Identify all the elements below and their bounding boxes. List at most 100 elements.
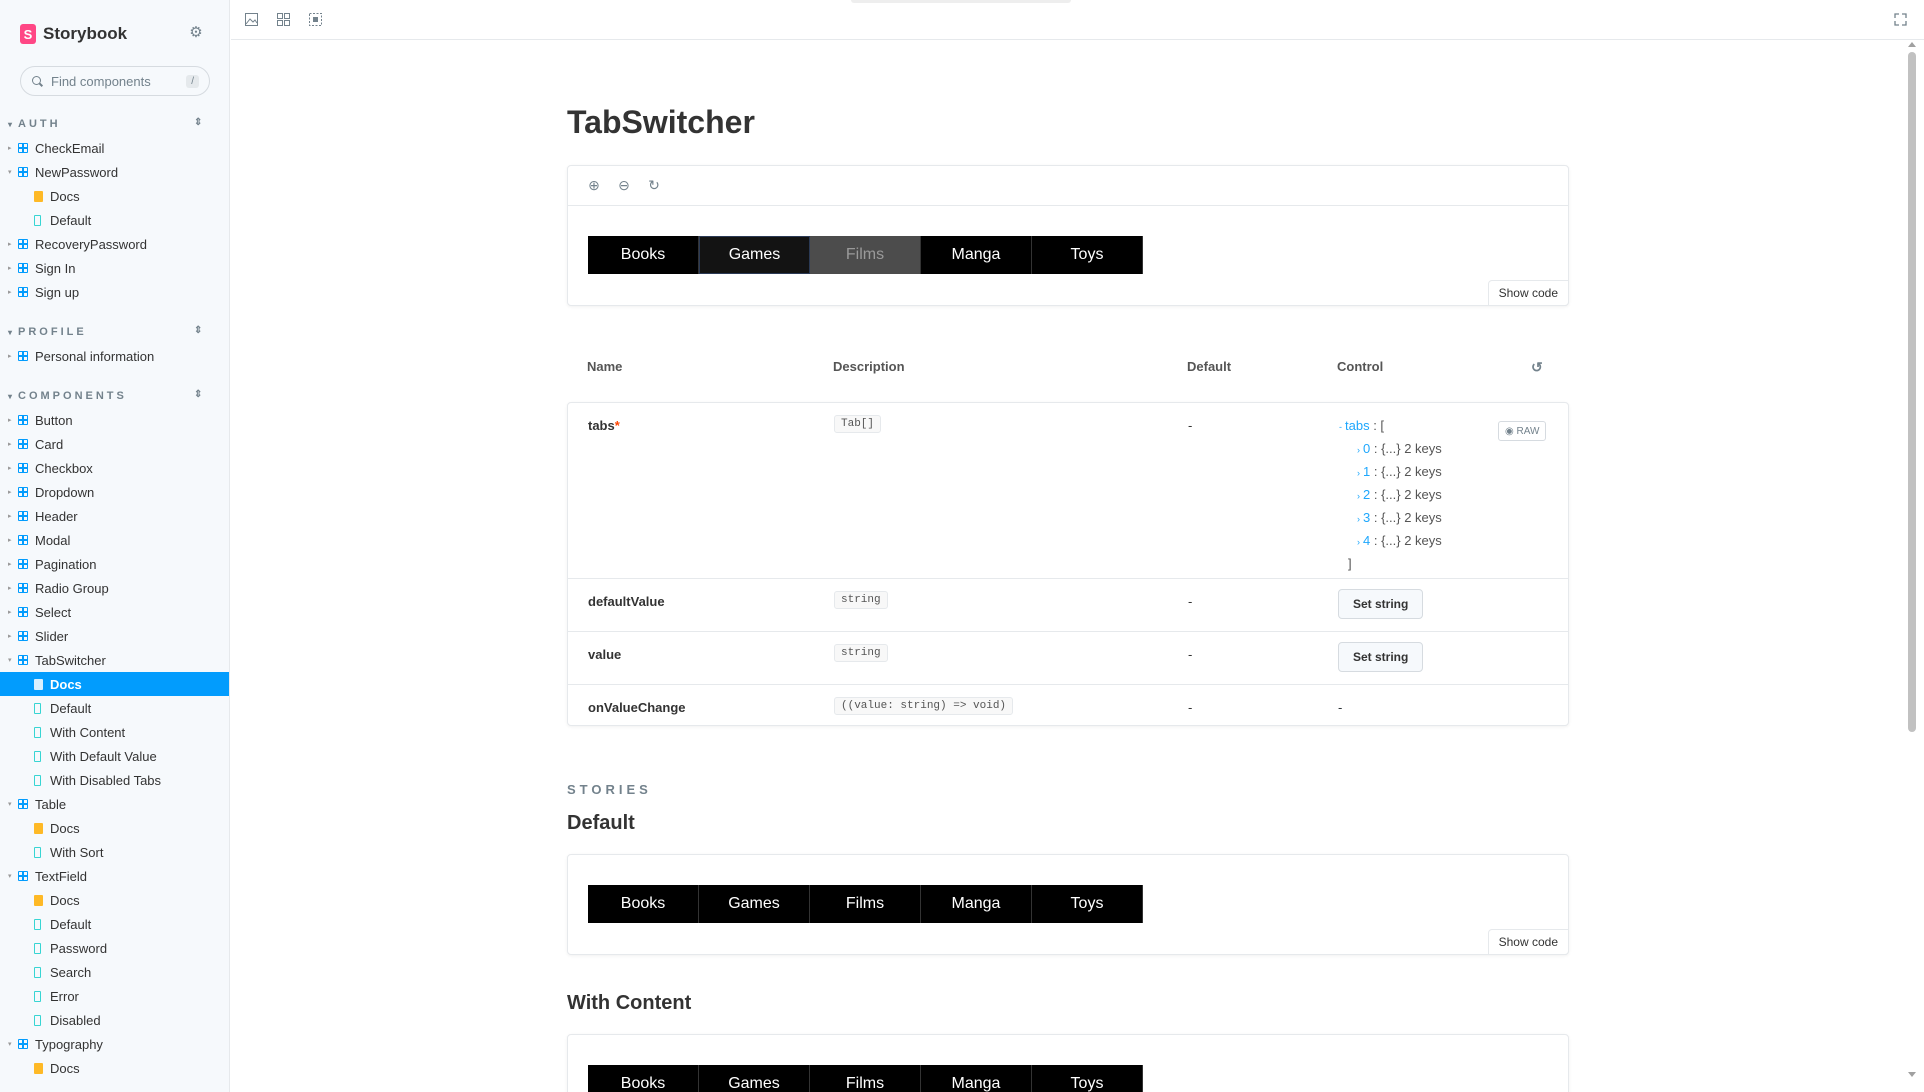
sidebar-item-modal[interactable]: ▸ Modal: [0, 528, 229, 552]
reset-controls-icon[interactable]: ↺: [1531, 359, 1543, 376]
sidebar-item-checkemail[interactable]: ▸ CheckEmail: [0, 136, 229, 160]
panel-resize-handle[interactable]: [851, 0, 1071, 3]
sidebar-item-tabswitcher-with-content[interactable]: With Content: [0, 720, 229, 744]
tab-manga[interactable]: Manga: [921, 885, 1032, 923]
json-entry[interactable]: › 3 : {...} 2 keys: [1339, 507, 1442, 530]
tab-books[interactable]: Books: [588, 885, 699, 923]
json-entry[interactable]: › 0 : {...} 2 keys: [1339, 438, 1442, 461]
sidebar-item-button[interactable]: ▸ Button: [0, 408, 229, 432]
sidebar-item-textfield-search[interactable]: Search: [0, 960, 229, 984]
sidebar-item-table-with-sort[interactable]: With Sort: [0, 840, 229, 864]
sidebar-item-recoverypassword[interactable]: ▸ RecoveryPassword: [0, 232, 229, 256]
json-entry[interactable]: › 1 : {...} 2 keys: [1339, 461, 1442, 484]
set-string-button[interactable]: Set string: [1338, 589, 1424, 619]
grid-icon[interactable]: [277, 13, 290, 26]
sidebar-item-tabswitcher-with-default-value[interactable]: With Default Value: [0, 744, 229, 768]
arg-name: value: [588, 647, 622, 662]
chevron-right-icon[interactable]: ›: [1357, 514, 1360, 524]
scroll-down-arrow-icon[interactable]: [1908, 1072, 1916, 1077]
outline-icon[interactable]: [309, 13, 322, 26]
tab-books[interactable]: Books: [588, 236, 699, 274]
tab-toys[interactable]: Toys: [1032, 885, 1143, 923]
sidebar-item-card[interactable]: ▸ Card: [0, 432, 229, 456]
group-profile[interactable]: ▾ PROFILE ⇕: [0, 320, 229, 344]
group-auth[interactable]: ▾ AUTH ⇕: [0, 112, 229, 136]
sidebar-item-radio-group[interactable]: ▸ Radio Group: [0, 576, 229, 600]
sidebar-item-tabswitcher-docs[interactable]: Docs: [0, 672, 229, 696]
tab-manga[interactable]: Manga: [921, 1065, 1032, 1092]
chevron-down-icon: ▾: [8, 119, 13, 129]
json-entry[interactable]: › 2 : {...} 2 keys: [1339, 484, 1442, 507]
chevron-right-icon[interactable]: ›: [1357, 537, 1360, 547]
tab-toys[interactable]: Toys: [1032, 236, 1143, 274]
chevron-right-icon: ▸: [8, 417, 12, 424]
sidebar-item-textfield-disabled[interactable]: Disabled: [0, 1008, 229, 1032]
sidebar-item-label: Personal information: [35, 348, 155, 364]
sidebar-item-dropdown[interactable]: ▸ Dropdown: [0, 480, 229, 504]
group-components[interactable]: ▾ COMPONENTS ⇕: [0, 384, 229, 408]
expand-collapse-icon[interactable]: ⇕: [194, 117, 202, 128]
search-input[interactable]: [51, 73, 171, 89]
image-icon[interactable]: [245, 13, 258, 26]
zoom-reset-icon[interactable]: ↻: [644, 177, 664, 194]
collapse-icon[interactable]: -: [1339, 422, 1342, 432]
sidebar-item-textfield[interactable]: ▾ TextField: [0, 864, 229, 888]
sidebar-item-newpassword[interactable]: ▾ NewPassword: [0, 160, 229, 184]
gear-icon[interactable]: ⚙: [188, 25, 204, 41]
zoom-in-icon[interactable]: ⊕: [584, 177, 604, 194]
sidebar-item-newpassword-default[interactable]: Default: [0, 208, 229, 232]
tab-books[interactable]: Books: [588, 1065, 699, 1092]
json-entry[interactable]: › 4 : {...} 2 keys: [1339, 530, 1442, 553]
object-control[interactable]: - tabs : [ › 0 : {...} 2 keys › 1 : {...} 2…: [1339, 415, 1442, 575]
scroll-up-arrow-icon[interactable]: [1908, 42, 1916, 47]
search-icon: [32, 75, 43, 87]
sidebar-item-table-docs[interactable]: Docs: [0, 816, 229, 840]
search-box[interactable]: /: [20, 66, 210, 96]
set-string-button[interactable]: Set string: [1338, 642, 1424, 672]
sidebar-item-typography-docs[interactable]: Docs: [0, 1056, 229, 1080]
group-label: AUTH: [18, 118, 61, 130]
sidebar-item-textfield-error[interactable]: Error: [0, 984, 229, 1008]
sidebar-item-slider[interactable]: ▸ Slider: [0, 624, 229, 648]
tab-games[interactable]: Games: [699, 885, 810, 923]
tab-films[interactable]: Films: [810, 885, 921, 923]
show-code-button[interactable]: Show code: [1487, 280, 1569, 306]
vertical-scrollbar[interactable]: [1906, 42, 1918, 1082]
tab-toys[interactable]: Toys: [1032, 1065, 1143, 1092]
sidebar-item-signup[interactable]: ▸ Sign up: [0, 280, 229, 304]
sidebar-item-checkbox[interactable]: ▸ Checkbox: [0, 456, 229, 480]
show-code-button[interactable]: Show code: [1487, 929, 1569, 955]
sidebar-item-pagination[interactable]: ▸ Pagination: [0, 552, 229, 576]
sidebar-item-select[interactable]: ▸ Select: [0, 600, 229, 624]
sidebar-item-textfield-docs[interactable]: Docs: [0, 888, 229, 912]
chevron-down-icon: ▾: [8, 873, 12, 880]
sidebar-item-tabswitcher-with-disabled-tabs[interactable]: With Disabled Tabs: [0, 768, 229, 792]
sidebar-item-tabswitcher-default[interactable]: Default: [0, 696, 229, 720]
expand-collapse-icon[interactable]: ⇕: [194, 389, 202, 400]
sidebar-item-table[interactable]: ▾ Table: [0, 792, 229, 816]
sidebar-item-textfield-password[interactable]: Password: [0, 936, 229, 960]
chevron-right-icon[interactable]: ›: [1357, 445, 1360, 455]
tab-films[interactable]: Films: [810, 1065, 921, 1092]
expand-collapse-icon[interactable]: ⇕: [194, 325, 202, 336]
zoom-out-icon[interactable]: ⊖: [614, 177, 634, 194]
sidebar-item-newpassword-docs[interactable]: Docs: [0, 184, 229, 208]
storybook-brand[interactable]: S Storybook: [20, 24, 127, 44]
chevron-right-icon[interactable]: ›: [1357, 491, 1360, 501]
chevron-right-icon: ▸: [8, 537, 12, 544]
json-root[interactable]: - tabs : [: [1339, 415, 1442, 438]
tab-games[interactable]: Games: [699, 236, 810, 274]
sidebar-item-typography[interactable]: ▾ Typography: [0, 1032, 229, 1056]
sidebar-tree: ▾ AUTH ⇕ ▸ CheckEmail ▾ NewPassword Docs Def…: [0, 110, 229, 1080]
sidebar-item-tabswitcher[interactable]: ▾ TabSwitcher: [0, 648, 229, 672]
sidebar-item-header[interactable]: ▸ Header: [0, 504, 229, 528]
sidebar-item-textfield-default[interactable]: Default: [0, 912, 229, 936]
chevron-right-icon[interactable]: ›: [1357, 468, 1360, 478]
tab-manga[interactable]: Manga: [921, 236, 1032, 274]
raw-toggle-button[interactable]: ◉ RAW: [1498, 421, 1547, 441]
sidebar-item-personal-information[interactable]: ▸ Personal information: [0, 344, 229, 368]
fullscreen-icon[interactable]: [1894, 13, 1907, 26]
scrollbar-thumb[interactable]: [1908, 52, 1916, 732]
tab-games[interactable]: Games: [699, 1065, 810, 1092]
sidebar-item-signin[interactable]: ▸ Sign In: [0, 256, 229, 280]
